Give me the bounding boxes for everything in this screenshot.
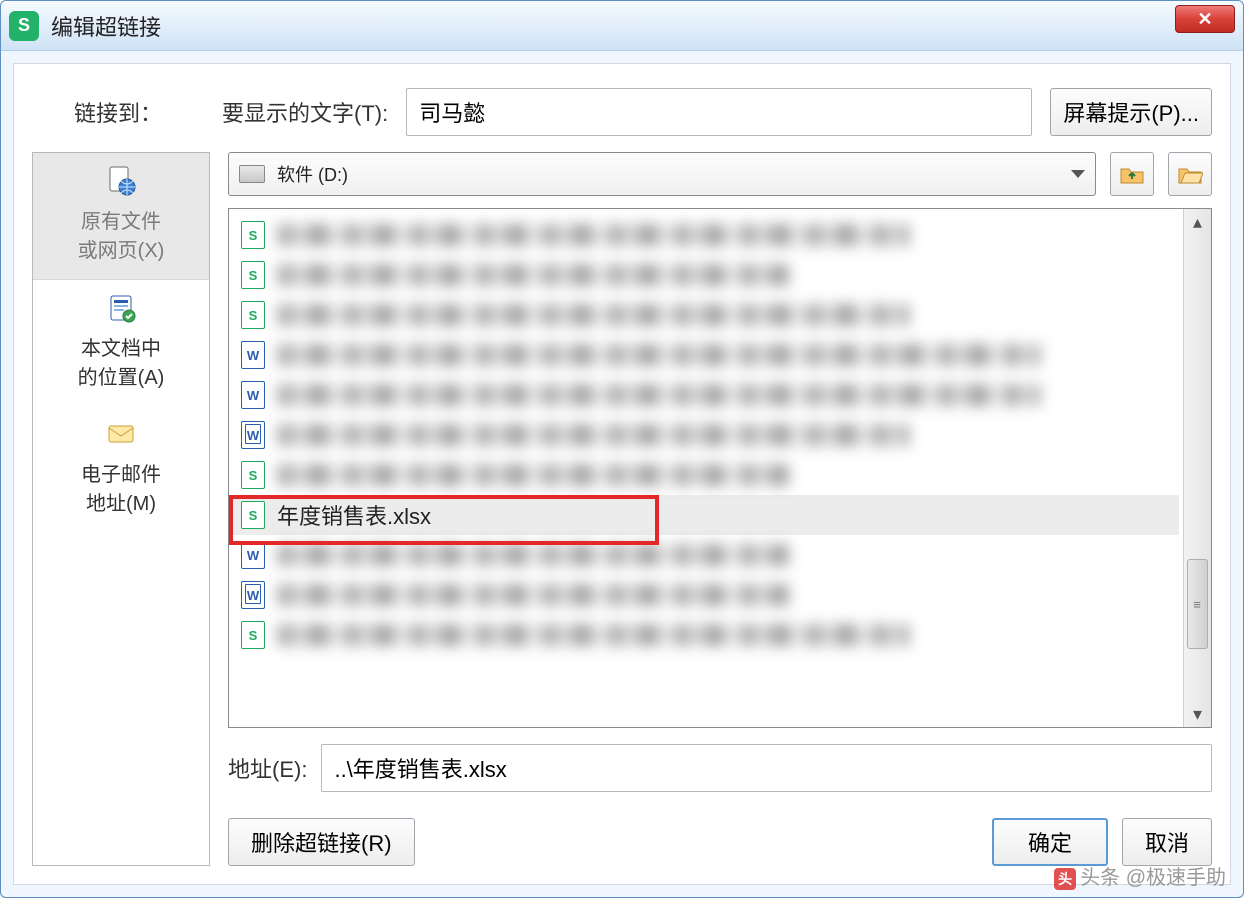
lookin-row: 软件 (D:): [228, 152, 1212, 196]
middle-area: 原有文件 或网页(X) 本文档中 的位置(A): [32, 152, 1212, 866]
display-text-input[interactable]: [406, 88, 1032, 136]
word-file-icon: W: [241, 421, 265, 449]
file-listbox[interactable]: SSSWWWSS年度销售表.xlsxWWS ▴ ≡ ▾: [228, 208, 1212, 728]
address-label: 地址(E):: [228, 752, 307, 784]
folder-open-icon: [1177, 163, 1203, 185]
titlebar: S 编辑超链接 ✕: [1, 1, 1243, 51]
file-row[interactable]: W: [233, 375, 1179, 415]
linkto-existing-label1: 原有文件: [39, 205, 203, 234]
address-input[interactable]: [321, 744, 1212, 792]
file-row[interactable]: W: [233, 535, 1179, 575]
file-row[interactable]: S: [233, 215, 1179, 255]
scroll-up-button[interactable]: ▴: [1184, 209, 1211, 235]
redacted-filename: [277, 584, 789, 606]
folder-up-icon: [1119, 163, 1145, 185]
file-name: 年度销售表.xlsx: [277, 499, 431, 531]
document-place-icon: [105, 292, 137, 324]
file-row[interactable]: S 年度销售表.xlsx: [233, 495, 1179, 535]
redacted-filename: [277, 304, 909, 326]
chevron-down-icon: [1071, 170, 1085, 178]
linkto-existing-label2: 或网页(X): [39, 234, 203, 263]
file-row[interactable]: W: [233, 575, 1179, 615]
redacted-filename: [277, 384, 1040, 406]
display-text-label: 要显示的文字(T):: [222, 96, 388, 128]
linkto-email-label1: 电子邮件: [39, 458, 203, 487]
redacted-filename: [277, 344, 1040, 366]
bottom-button-row: 删除超链接(R) 确定 取消: [228, 818, 1212, 866]
close-button[interactable]: ✕: [1175, 5, 1235, 33]
top-row: 链接到： 要显示的文字(T): 屏幕提示(P)...: [74, 88, 1212, 136]
app-icon: S: [9, 11, 39, 41]
lookin-text: 软件 (D:): [277, 161, 348, 187]
screentip-button[interactable]: 屏幕提示(P)...: [1050, 88, 1212, 136]
file-scrollarea: SSSWWWSS年度销售表.xlsxWWS: [229, 209, 1183, 727]
redacted-filename: [277, 224, 909, 246]
address-row: 地址(E):: [228, 744, 1212, 792]
file-row[interactable]: S: [233, 255, 1179, 295]
word-file-icon: W: [241, 381, 265, 409]
redacted-filename: [277, 264, 789, 286]
file-row[interactable]: S: [233, 295, 1179, 335]
spreadsheet-file-icon: S: [241, 261, 265, 289]
scroll-down-button[interactable]: ▾: [1184, 701, 1211, 727]
browse-button[interactable]: [1168, 152, 1212, 196]
dialog-body: 链接到： 要显示的文字(T): 屏幕提示(P)... 原有文件 或网页(X): [13, 63, 1231, 885]
redacted-filename: [277, 544, 789, 566]
file-row[interactable]: S: [233, 455, 1179, 495]
file-row[interactable]: S: [233, 615, 1179, 655]
file-row[interactable]: W: [233, 415, 1179, 455]
linkto-label: 链接到：: [74, 96, 162, 128]
page-globe-icon: [105, 165, 137, 197]
spreadsheet-file-icon: S: [241, 461, 265, 489]
vertical-scrollbar[interactable]: ▴ ≡ ▾: [1183, 209, 1211, 727]
file-row[interactable]: W: [233, 335, 1179, 375]
word-file-icon: W: [241, 541, 265, 569]
linkto-email-label2: 地址(M): [39, 487, 203, 516]
window-title: 编辑超链接: [51, 10, 161, 42]
right-column: 软件 (D:): [228, 152, 1212, 866]
spreadsheet-file-icon: S: [241, 301, 265, 329]
dialog-window: S 编辑超链接 ✕ 链接到： 要显示的文字(T): 屏幕提示(P)...: [0, 0, 1244, 898]
spreadsheet-file-icon: S: [241, 501, 265, 529]
word-file-icon: W: [241, 341, 265, 369]
remove-hyperlink-button[interactable]: 删除超链接(R): [228, 818, 415, 866]
linkto-email[interactable]: 电子邮件 地址(M): [33, 406, 209, 532]
close-icon: ✕: [1197, 9, 1212, 30]
drive-icon: [239, 165, 265, 183]
linkto-panel: 原有文件 或网页(X) 本文档中 的位置(A): [32, 152, 210, 866]
redacted-filename: [277, 624, 909, 646]
email-icon: [105, 418, 137, 450]
linkto-existing-file[interactable]: 原有文件 或网页(X): [33, 153, 209, 280]
linkto-place-label1: 本文档中: [39, 332, 203, 361]
ok-button[interactable]: 确定: [992, 818, 1108, 866]
cancel-button[interactable]: 取消: [1122, 818, 1212, 866]
lookin-combo[interactable]: 软件 (D:): [228, 152, 1096, 196]
linkto-place-in-doc[interactable]: 本文档中 的位置(A): [33, 280, 209, 406]
spreadsheet-file-icon: S: [241, 221, 265, 249]
up-one-level-button[interactable]: [1110, 152, 1154, 196]
linkto-place-label2: 的位置(A): [39, 361, 203, 390]
word-file-icon: W: [241, 581, 265, 609]
spreadsheet-file-icon: S: [241, 621, 265, 649]
redacted-filename: [277, 424, 909, 446]
redacted-filename: [277, 464, 789, 486]
scroll-thumb[interactable]: ≡: [1187, 559, 1208, 649]
